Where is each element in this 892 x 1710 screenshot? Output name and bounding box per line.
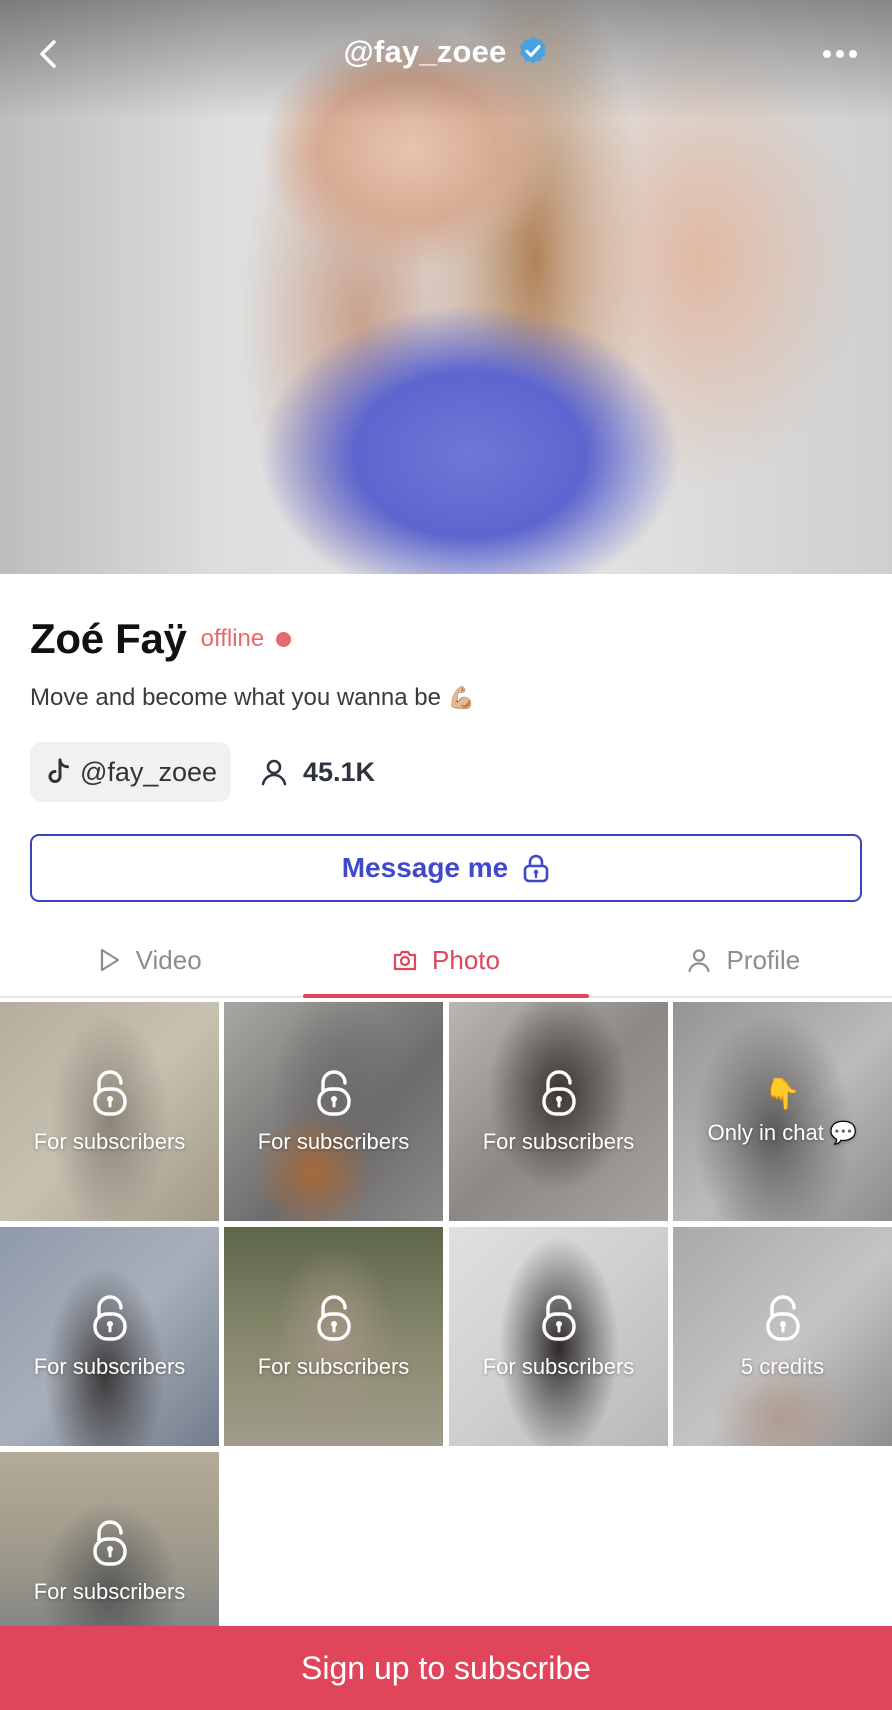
pointing-down-emoji: 👇: [763, 1078, 802, 1111]
lock-icon: [316, 1069, 351, 1116]
message-me-label: Message me: [341, 852, 509, 883]
tile-label: For subscribers: [33, 1353, 186, 1379]
top-bar: @fay_zoee: [0, 22, 892, 86]
cover-photo: @fay_zoee: [0, 0, 892, 574]
profile-chips: @fay_zoee 45.1K: [30, 742, 375, 802]
lock-icon: [765, 1294, 800, 1341]
bio: Move and become what you wanna be 💪🏼: [30, 684, 475, 712]
locked-photo-tile[interactable]: For subscribers: [0, 1002, 219, 1221]
tab-photo[interactable]: Photo: [297, 924, 594, 998]
tile-label: For subscribers: [257, 1128, 410, 1154]
flexed-bicep-emoji: 💪🏼: [447, 685, 476, 710]
locked-photo-tile[interactable]: For subscribers: [449, 1002, 668, 1221]
message-me-button[interactable]: Message me: [30, 834, 862, 902]
lock-icon: [541, 1069, 576, 1116]
status-text: offline: [200, 625, 265, 652]
more-options-button[interactable]: [818, 34, 862, 74]
tiktok-link[interactable]: @fay_zoee: [30, 742, 231, 802]
locked-photo-tile[interactable]: For subscribers: [0, 1227, 219, 1446]
tiktok-icon: [48, 758, 69, 783]
tiktok-handle: @fay_zoee: [80, 756, 217, 787]
camera-icon: [393, 950, 417, 971]
bio-text: Move and become what you wanna be: [30, 684, 441, 711]
tile-label: Only in chat 💬: [707, 1120, 858, 1145]
tab-profile[interactable]: Profile: [595, 924, 892, 996]
locked-photo-tile[interactable]: For subscribers: [224, 1227, 443, 1446]
paid-photo-tile[interactable]: 5 credits: [673, 1227, 892, 1446]
lock-icon: [316, 1294, 351, 1341]
user-icon: [688, 949, 711, 973]
lock-icon: [92, 1069, 127, 1116]
tile-label: For subscribers: [482, 1353, 635, 1379]
tile-label: For subscribers: [33, 1578, 186, 1604]
display-name: Zoé Faÿ: [30, 615, 187, 662]
header-username: @fay_zoee: [343, 34, 507, 69]
lock-icon: [523, 854, 549, 883]
lock-icon: [92, 1519, 127, 1566]
cta-label: Sign up to subscribe: [301, 1649, 591, 1686]
lock-icon: [541, 1294, 576, 1341]
sign-up-subscribe-button[interactable]: Sign up to subscribe: [0, 1626, 892, 1710]
user-icon: [261, 759, 287, 786]
tab-profile-label: Profile: [726, 944, 801, 975]
followers-count: 45.1K: [259, 757, 375, 788]
locked-photo-tile[interactable]: For subscribers: [224, 1002, 443, 1221]
tab-video-label: Video: [135, 944, 202, 975]
play-icon: [100, 948, 119, 972]
name-row: Zoé Faÿ offline: [30, 615, 292, 663]
tile-label: For subscribers: [257, 1353, 410, 1379]
more-horizontal-icon: [823, 50, 857, 58]
tab-video[interactable]: Video: [0, 924, 297, 996]
header-title: @fay_zoee: [0, 34, 892, 70]
content-tabs: Video Photo Profile: [0, 924, 892, 998]
status-dot-icon: [276, 631, 292, 647]
tile-label: 5 credits: [740, 1353, 825, 1379]
verified-badge-icon: [519, 36, 546, 64]
tile-label: For subscribers: [482, 1128, 635, 1154]
lock-icon: [92, 1294, 127, 1341]
tab-photo-label: Photo: [432, 944, 500, 975]
followers-value: 45.1K: [303, 756, 376, 787]
chat-only-photo-tile[interactable]: 👇 Only in chat 💬: [673, 1002, 892, 1221]
tile-label: For subscribers: [33, 1128, 186, 1154]
locked-photo-tile[interactable]: For subscribers: [449, 1227, 668, 1446]
